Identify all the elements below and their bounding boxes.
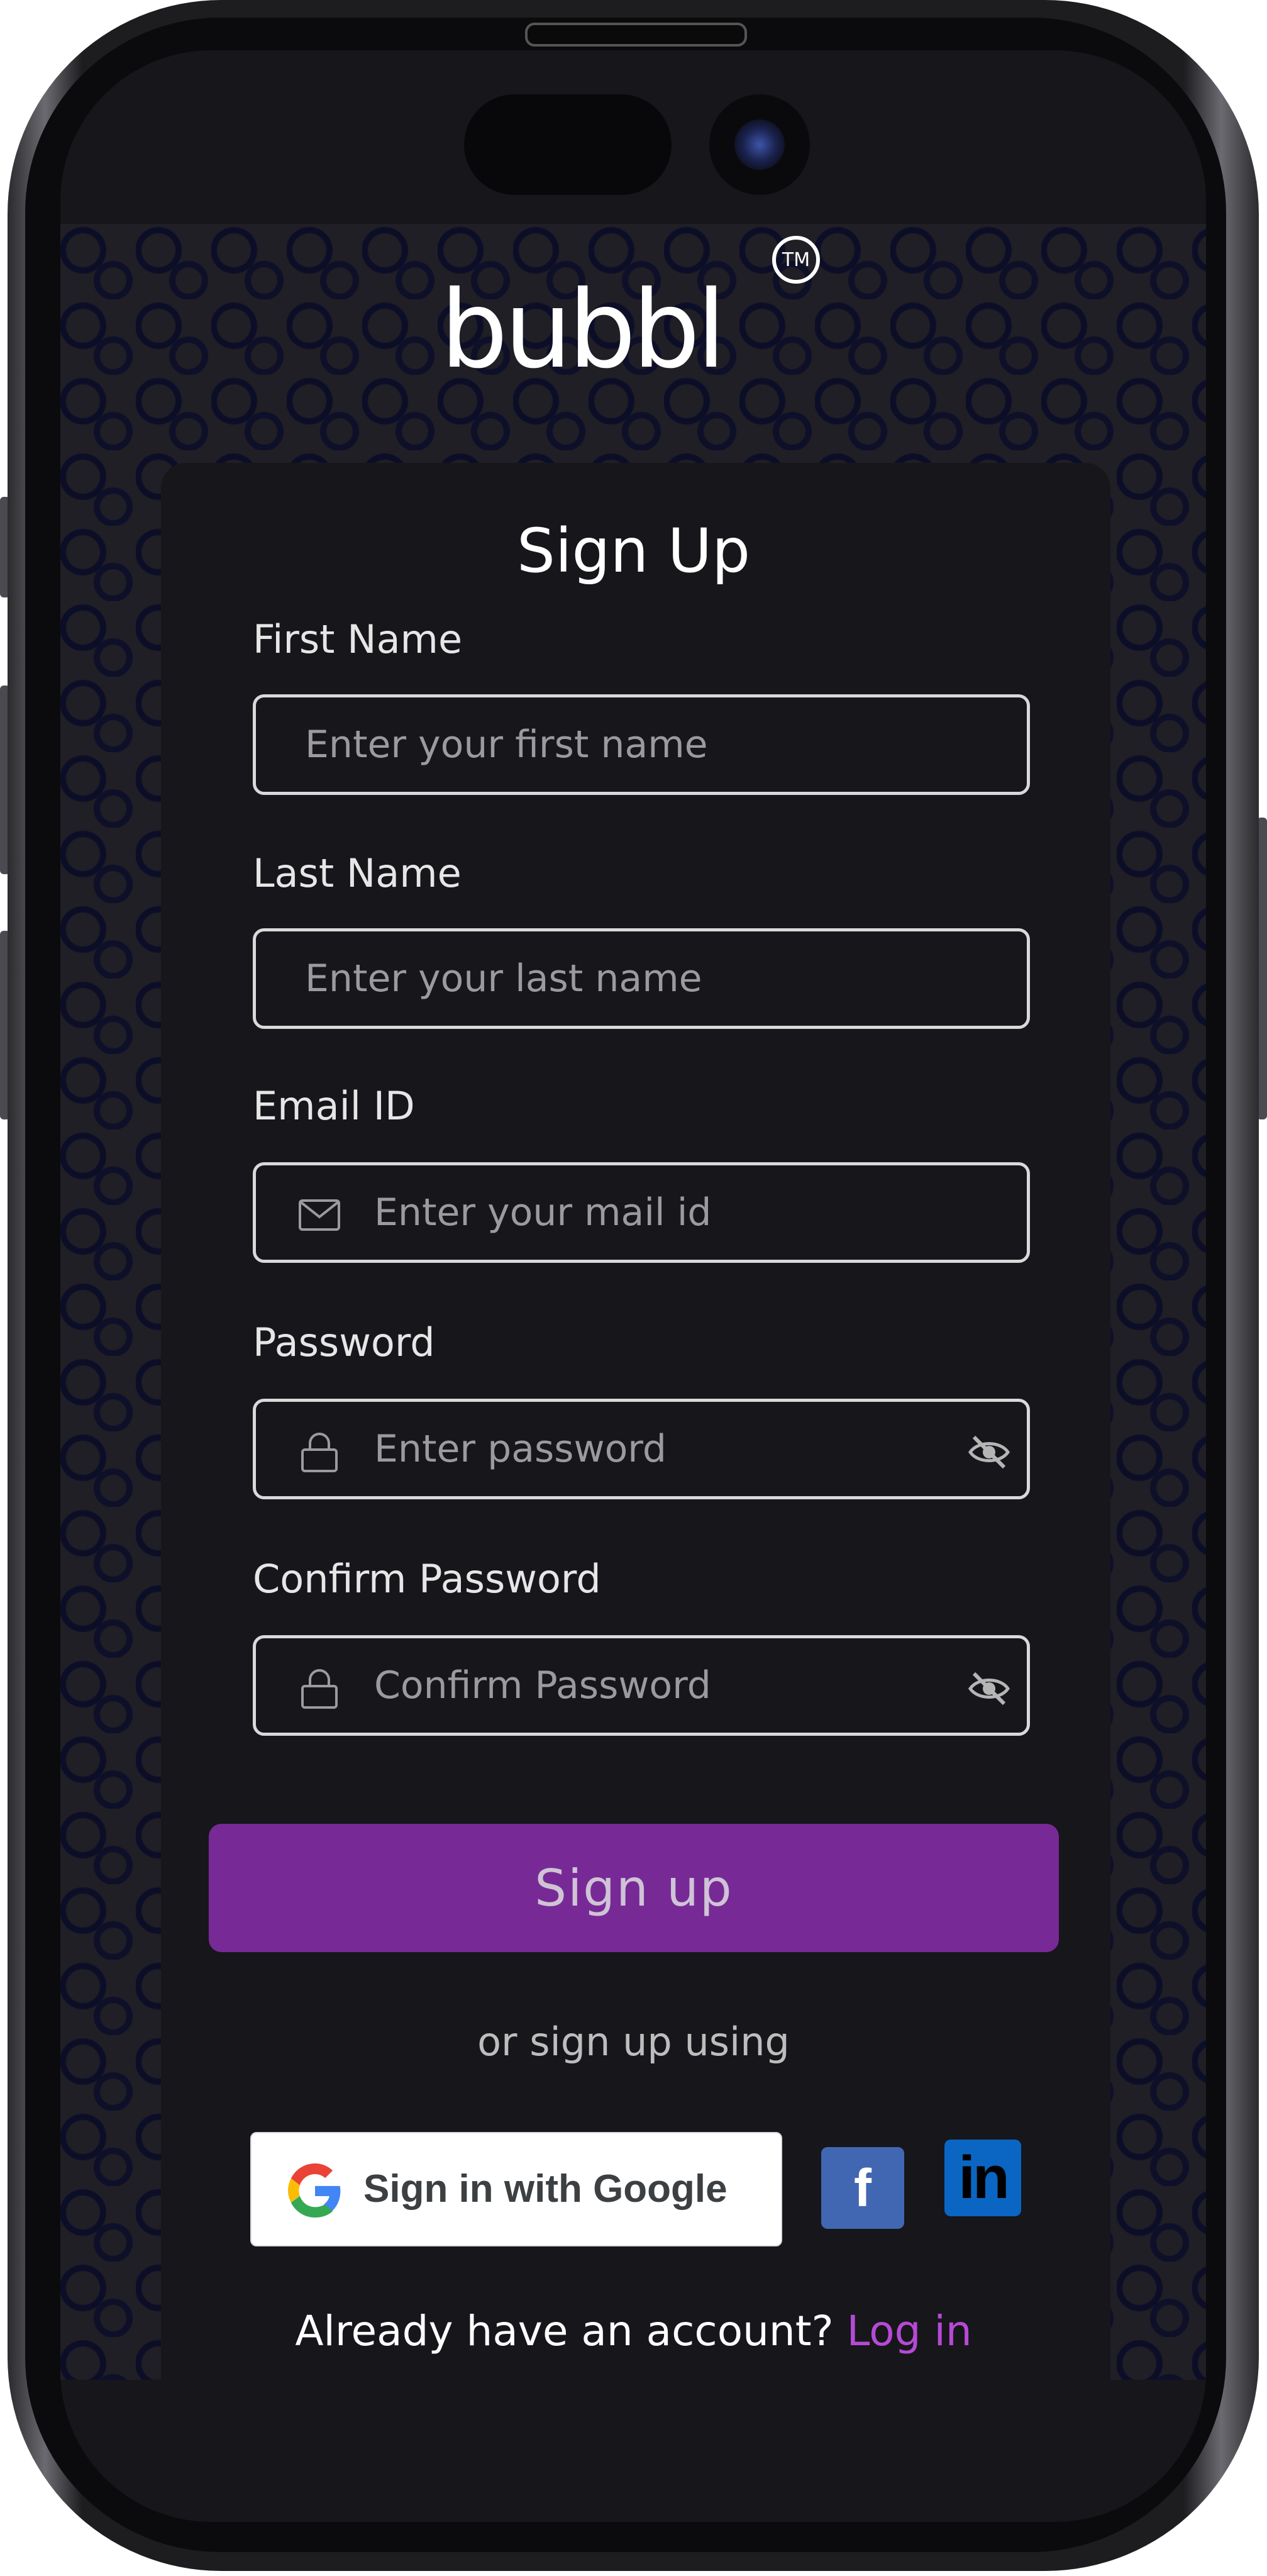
last-name-field — [253, 928, 1030, 1029]
social-divider-text: or sign up using — [477, 2019, 790, 2065]
login-link[interactable]: Log in — [847, 2307, 972, 2355]
confirm-password-input[interactable] — [373, 1638, 951, 1733]
password-field — [253, 1399, 1030, 1499]
camera-lens — [734, 119, 785, 170]
brand-logo-text: bubbl — [440, 268, 726, 392]
email-input[interactable] — [373, 1165, 1027, 1260]
email-label: Email ID — [253, 1083, 415, 1129]
linkedin-signin-button[interactable]: in — [944, 2140, 1021, 2216]
linkedin-icon: in — [958, 2144, 1009, 2211]
login-prompt: Already have an account? Log in — [0, 2307, 1267, 2355]
page-title: Sign Up — [516, 516, 751, 586]
trademark-badge: TM — [772, 236, 820, 284]
password-label: Password — [253, 1319, 435, 1365]
lock-icon — [301, 1433, 338, 1472]
facebook-signin-button[interactable]: f — [821, 2147, 904, 2229]
email-field — [253, 1162, 1030, 1263]
signup-button[interactable]: Sign up — [209, 1824, 1059, 1952]
confirm-password-field — [253, 1635, 1030, 1736]
password-input[interactable] — [373, 1402, 951, 1496]
google-signin-button[interactable]: Sign in with Google — [250, 2132, 782, 2246]
eye-off-icon[interactable] — [968, 1431, 1010, 1474]
login-prompt-text: Already have an account? — [295, 2307, 834, 2355]
first-name-field — [253, 694, 1030, 795]
speaker-grille — [525, 23, 747, 47]
first-name-label: First Name — [253, 616, 463, 662]
confirm-password-label: Confirm Password — [253, 1556, 601, 1602]
device-frame: bubbl TM Sign Up First Name Last Name Em… — [0, 0, 1267, 2576]
first-name-input[interactable] — [304, 697, 1027, 792]
front-camera — [709, 94, 810, 195]
last-name-label: Last Name — [253, 850, 462, 896]
dynamic-island — [464, 94, 672, 195]
facebook-icon: f — [854, 2158, 871, 2218]
brand-logo: bubbl — [440, 267, 792, 393]
mail-icon — [299, 1199, 340, 1231]
eye-off-icon[interactable] — [968, 1667, 1010, 1710]
google-icon — [288, 2163, 341, 2218]
lock-icon — [301, 1669, 338, 1709]
google-signin-label: Sign in with Google — [363, 2167, 728, 2211]
last-name-input[interactable] — [304, 931, 1027, 1026]
